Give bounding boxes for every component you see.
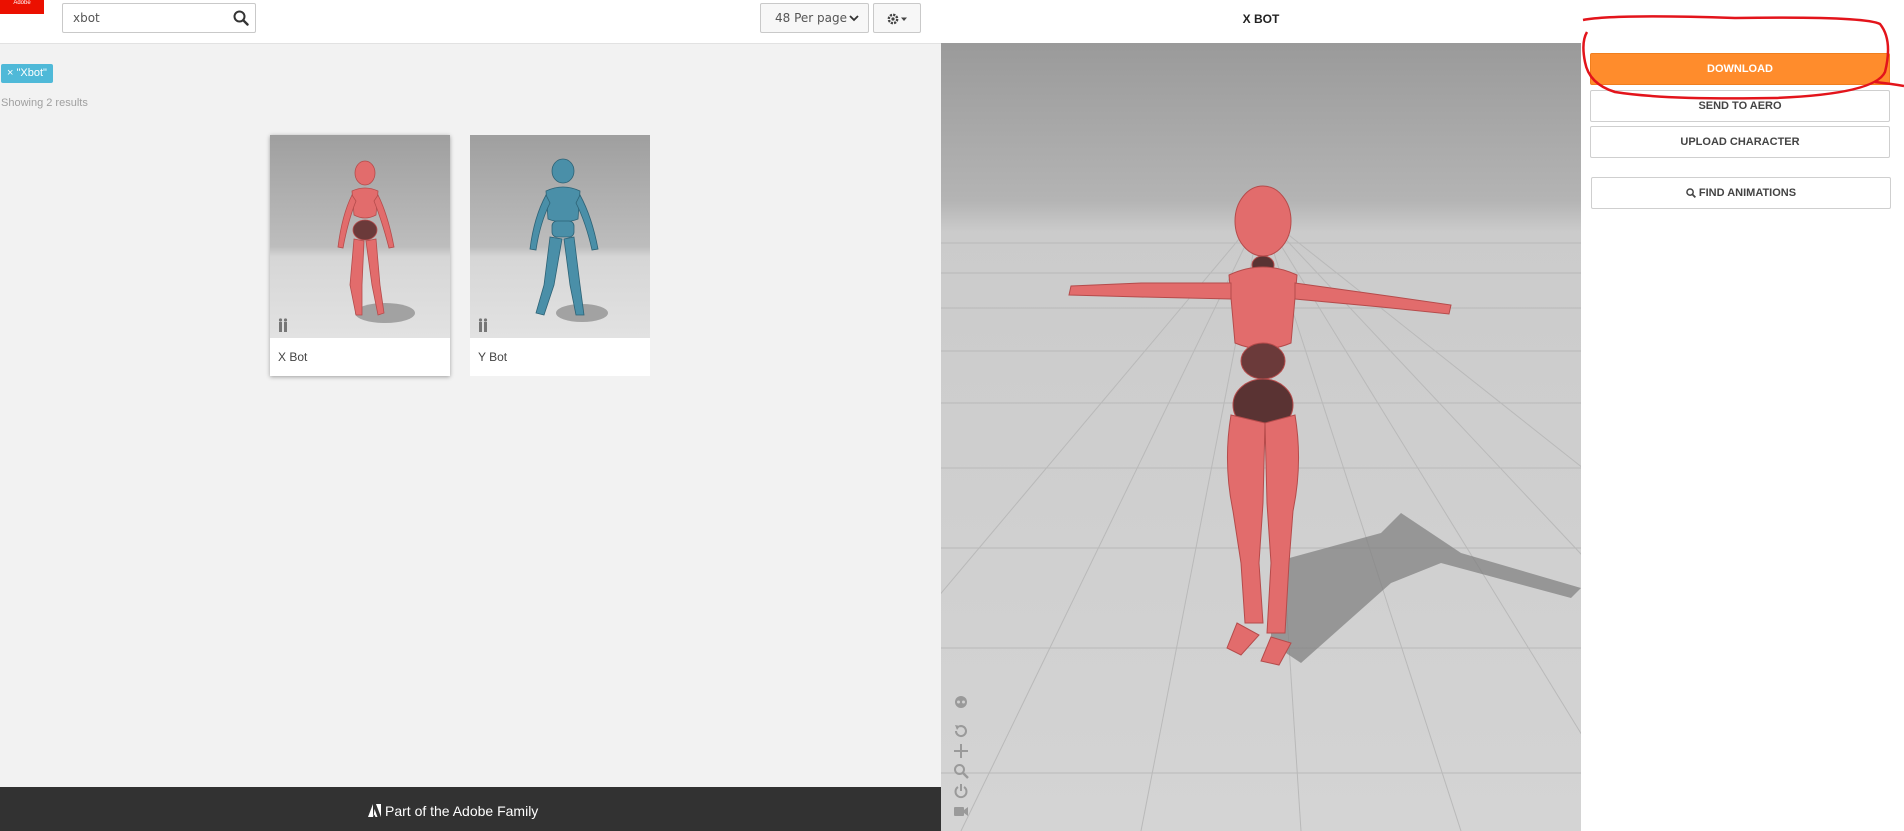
person-type-icon <box>278 318 288 332</box>
move-icon[interactable] <box>953 743 969 759</box>
search-icon[interactable] <box>233 10 249 26</box>
search-filter-tag[interactable]: × "Xbot" <box>1 64 53 83</box>
ybot-figure <box>529 158 608 322</box>
person-type-icon <box>478 318 488 332</box>
settings-dropdown-button[interactable] <box>873 3 921 33</box>
skeleton-icon[interactable] <box>953 695 969 711</box>
results-count: Showing 2 results <box>1 97 88 109</box>
gear-icon <box>887 13 907 25</box>
xbot-figure <box>337 160 415 323</box>
upload-character-button[interactable]: UPLOAD CHARACTER <box>1590 126 1890 158</box>
power-icon[interactable] <box>953 783 969 799</box>
find-animations-button[interactable]: FIND ANIMATIONS <box>1591 177 1891 209</box>
result-card-ybot[interactable]: Y Bot <box>470 135 650 376</box>
character-title: X BOT <box>1242 12 1280 26</box>
footer-text: Part of the Adobe Family <box>385 803 539 819</box>
per-page-select[interactable]: 48 Per page <box>760 3 869 33</box>
card-title: Y Bot <box>478 350 508 364</box>
adobe-logo[interactable]: Adobe <box>0 0 44 14</box>
adobe-logo-icon <box>368 804 381 817</box>
result-card-xbot[interactable]: X Bot <box>270 135 450 376</box>
character-thumbnail <box>470 135 650 338</box>
search-icon <box>1686 188 1696 199</box>
character-thumbnail <box>270 135 450 338</box>
rotate-icon[interactable] <box>953 723 969 739</box>
actions-panel: DOWNLOAD SEND TO AERO UPLOAD CHARACTER F… <box>1581 0 1904 831</box>
card-title: X Bot <box>278 350 308 364</box>
3d-viewport[interactable] <box>941 43 1581 831</box>
search-input[interactable] <box>63 4 223 32</box>
zoom-icon[interactable] <box>953 763 969 779</box>
search-toolbar: Adobe 48 Per page <box>0 0 941 44</box>
chevron-down-icon <box>849 15 859 22</box>
camera-icon[interactable] <box>953 803 969 819</box>
search-box <box>62 3 256 33</box>
download-button[interactable]: DOWNLOAD <box>1590 53 1890 85</box>
viewer-header: X BOT <box>941 0 1581 43</box>
viewport-scene <box>941 185 1581 831</box>
send-to-aero-button[interactable]: SEND TO AERO <box>1590 90 1890 122</box>
footer: Part of the Adobe Family <box>0 787 941 831</box>
search-results-panel: Adobe 48 Per page × "Xbot" Showing 2 res… <box>0 0 941 831</box>
